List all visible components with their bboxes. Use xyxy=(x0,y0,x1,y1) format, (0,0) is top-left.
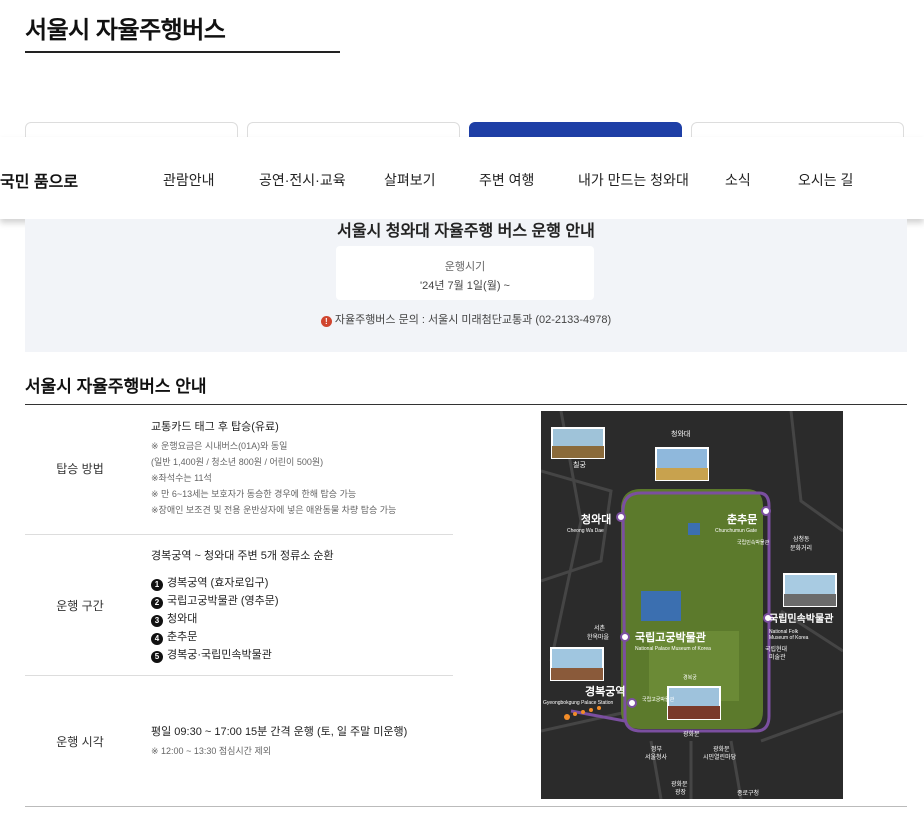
route-stop: 1 경복궁역 (효자로입구) xyxy=(151,574,334,592)
map-label-jeongbu: 정부 xyxy=(651,746,663,753)
row-route: 운행 구간 경복궁역 ~ 청와대 주변 5개 정류소 순환 1 경복궁역 (효자로… xyxy=(25,547,453,675)
map-label-folk: 국립민속박물관 xyxy=(769,612,834,625)
row-label-boarding: 탑승 방법 xyxy=(56,462,104,476)
map-label-mmca: 국립현대 xyxy=(765,645,787,653)
nav-item-directions[interactable]: 오시는 길 xyxy=(798,170,853,190)
row-label-hours: 운행 시각 xyxy=(56,735,104,749)
map-label-folk-mini: 국립민속박물관 xyxy=(737,539,770,546)
row-divider xyxy=(25,534,453,535)
boarding-note: ※ 운행요금은 시내버스(01A)와 동일 xyxy=(151,441,288,451)
nav-item-explore[interactable]: 살펴보기 xyxy=(384,170,436,190)
period-label: 운행시기 xyxy=(444,261,486,273)
map-label-plaza2: 광장 xyxy=(675,788,687,796)
stop-number: 1 xyxy=(151,579,163,591)
nav-item-tour-guide[interactable]: 관람안내 xyxy=(163,170,215,190)
map-label-seochon2: 한옥마을 xyxy=(587,633,610,641)
row-divider xyxy=(25,675,453,676)
map-label-gogung-mini: 국립고궁박물관 xyxy=(642,696,675,703)
section-title: 서울시 자율주행버스 안내 xyxy=(25,377,207,396)
map-label-station: 경복궁역 xyxy=(585,684,625,698)
map-label-gwanghwamun: 광화문 xyxy=(683,731,700,738)
notice-title: 서울시 청와대 자율주행 버스 운행 안내 xyxy=(337,223,595,240)
page-title: 서울시 자율주행버스 xyxy=(25,17,226,44)
map-label-cheongwadae-en: Cheong Wa Dae xyxy=(567,528,604,534)
stop-name: 청와대 xyxy=(167,613,198,625)
stop-name: 국립고궁박물관 (영추문) xyxy=(167,595,279,607)
map-label-chilgung: 칠궁 xyxy=(573,460,586,469)
table-bottom-divider xyxy=(25,806,907,807)
nav-item-performance[interactable]: 공연·전시·교육 xyxy=(259,170,346,190)
row-body-route: 경복궁역 ~ 청와대 주변 5개 정류소 순환 1 경복궁역 (효자로입구) 2국… xyxy=(151,547,334,664)
row-label-route: 운행 구간 xyxy=(56,599,104,613)
pond-small xyxy=(688,523,700,535)
map-label-samcheong2: 문화거리 xyxy=(790,544,812,552)
global-nav: 국민 품으로 관람안내 공연·전시·교육 살펴보기 주변 여행 내가 만드는 청… xyxy=(0,137,924,219)
row-boarding: 탑승 방법 교통카드 태그 후 탑승(유료) ※ 운행요금은 시내버스(01A)… xyxy=(25,418,453,534)
map-label-station-en: Gyeongbokgung Palace Station xyxy=(543,700,614,706)
contact-text: 자율주행버스 문의 : 서울시 미래첨단교통과 (02-2133-4978) xyxy=(334,314,612,326)
map-label-jongno: 종로구청 xyxy=(737,790,759,797)
route-stop: 4 춘추문 xyxy=(151,628,334,646)
notice-panel: 서울시 청와대 자율주행 버스 운행 안내 운행시기 '24년 7월 1일(월)… xyxy=(25,219,907,352)
stop-name: 경복궁·국립민속박물관 xyxy=(167,649,272,661)
map-label-jeongbu2: 서울청사 xyxy=(645,753,668,761)
map-label-seochon: 서촌 xyxy=(594,624,606,632)
stop-number: 4 xyxy=(151,633,163,645)
route-map: 청와대 칠궁 청와대 Cheong Wa Dae 춘추문 Chunchumun … xyxy=(541,411,843,799)
contact-line: ! 자율주행버스 문의 : 서울시 미래첨단교통과 (02-2133-4978) xyxy=(25,311,907,327)
period-box: 운행시기 '24년 7월 1일(월) ~ xyxy=(336,246,594,300)
map-label-gogung: 국립고궁박물관 xyxy=(635,630,706,644)
map-label-mmca2: 미술관 xyxy=(769,653,786,661)
hours-head: 평일 09:30 ~ 17:00 15분 간격 운행 (토, 일 주말 미운행) xyxy=(151,726,408,738)
route-head: 경복궁역 ~ 청와대 주변 5개 정류소 순환 xyxy=(151,550,334,562)
map-label-cheongwadae: 청와대 xyxy=(581,512,611,526)
row-body-boarding: 교통카드 태그 후 탑승(유료) ※ 운행요금은 시내버스(01A)와 동일 (… xyxy=(151,418,396,518)
map-label-samcheong: 삼청동 xyxy=(793,535,810,543)
row-hours: 운행 시각 평일 09:30 ~ 17:00 15분 간격 운행 (토, 일 주… xyxy=(25,723,453,783)
map-label-gwanghwamun2: 광화문 xyxy=(713,746,730,753)
map-label-chunchumun: 춘추문 xyxy=(727,512,757,526)
boarding-head: 교통카드 태그 후 탑승(유료) xyxy=(151,421,279,433)
nav-item-my-cheongwadae[interactable]: 내가 만드는 청와대 xyxy=(578,170,689,190)
map-label-gyeongbok-mini: 경복궁 xyxy=(683,674,697,681)
route-stop: 5 경복궁·국립민속박물관 xyxy=(151,646,334,664)
nav-item-news[interactable]: 소식 xyxy=(725,170,751,190)
stop-number: 3 xyxy=(151,615,163,627)
stop-number: 5 xyxy=(151,651,163,663)
alert-icon: ! xyxy=(320,316,332,327)
route-stop: 3 청와대 xyxy=(151,610,334,628)
boarding-note: ※ 만 6~13세는 보호자가 동승한 경우에 한해 탑승 가능 xyxy=(151,489,357,499)
stop-name: 춘추문 xyxy=(167,631,198,643)
map-label-gwanghwamun3: 시민열린마당 xyxy=(703,753,737,761)
map-label-plaza: 광화문 xyxy=(671,781,688,788)
nav-item-nearby-travel[interactable]: 주변 여행 xyxy=(479,170,534,190)
stop-name: 경복궁역 (효자로입구) xyxy=(167,577,269,589)
boarding-note: (일반 1,400원 / 청소년 800원 / 어린이 500원) xyxy=(151,457,324,467)
pond xyxy=(641,591,681,621)
section-divider xyxy=(25,404,907,405)
title-underline xyxy=(25,51,340,53)
map-label-chunchumun-en: Chunchumun Gate xyxy=(715,528,757,534)
boarding-note: ※장애인 보조견 및 전용 운반상자에 넣은 애완동물 차량 탑승 가능 xyxy=(151,505,397,515)
stop-number: 2 xyxy=(151,597,163,609)
row-body-hours: 평일 09:30 ~ 17:00 15분 간격 운행 (토, 일 주말 미운행)… xyxy=(151,723,407,759)
route-map-svg: 청와대 칠궁 청와대 Cheong Wa Dae 춘추문 Chunchumun … xyxy=(541,411,843,799)
site-logo[interactable]: 국민 품으로 xyxy=(0,168,78,192)
map-label-folk-en2: Museum of Korea xyxy=(769,635,809,641)
hours-note: ※ 12:00 ~ 13:30 점심시간 제외 xyxy=(151,746,272,756)
boarding-note: ※좌석수는 11석 xyxy=(151,473,212,483)
period-value: '24년 7월 1일(월) ~ xyxy=(420,280,510,292)
map-label-gogung-en: National Palace Museum of Korea xyxy=(635,646,711,652)
map-label-cheongwadae-top: 청와대 xyxy=(671,429,690,438)
route-stop: 2 국립고궁박물관 (영추문) xyxy=(151,592,334,610)
